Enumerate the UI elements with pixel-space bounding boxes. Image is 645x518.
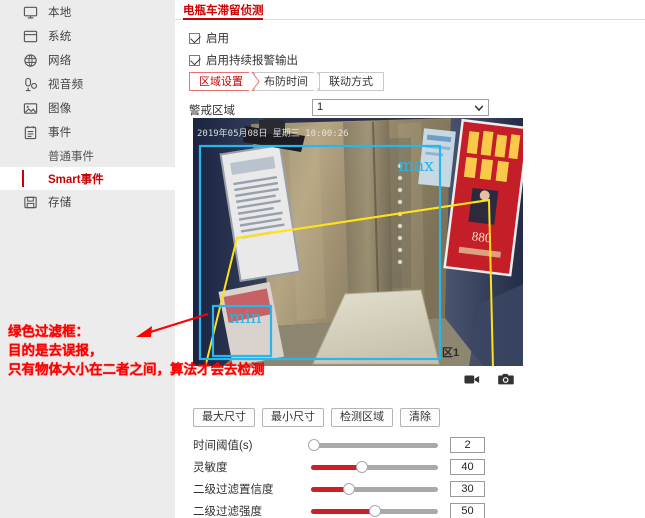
sidebar-item-local[interactable]: 本地 xyxy=(0,0,175,24)
sidebar-item-label: 本地 xyxy=(48,7,72,19)
slider-fill xyxy=(311,464,362,470)
slider-row-sensitivity: 灵敏度 40 xyxy=(193,456,633,478)
slider-label: 时间阈值(s) xyxy=(193,440,253,452)
main-panel: 电瓶车滞留侦测 启用 启用持续报警输出 区域设置 布防时间 联动方式 警戒区域 … xyxy=(175,0,645,518)
size-buttons-row: 最大尺寸 最小尺寸 检测区域 清除 xyxy=(193,408,440,427)
monitor-icon xyxy=(22,4,39,21)
annotation-line-2: 目的是去误报， xyxy=(8,343,103,358)
sidebar-item-storage[interactable]: 存储 xyxy=(0,190,175,214)
region-label: 区1 xyxy=(442,347,460,359)
filter-strength-slider[interactable] xyxy=(311,505,438,517)
filter-confidence-value[interactable]: 30 xyxy=(450,481,485,497)
sidebar-item-smart-event[interactable]: Smart事件 xyxy=(0,167,175,190)
sidebar: 本地 系统 网络 视音频 图像 事件 普通事件 Smart事件 存储 xyxy=(0,0,175,518)
snapshot-camera-icon[interactable] xyxy=(489,368,523,390)
sidebar-sub-label: Smart事件 xyxy=(48,173,104,186)
page-title-underline xyxy=(183,18,263,20)
slider-knob[interactable] xyxy=(368,505,381,517)
audio-video-icon xyxy=(22,76,39,93)
time-threshold-slider[interactable] xyxy=(307,439,438,451)
tab-arming-schedule[interactable]: 布防时间 xyxy=(254,72,319,91)
annotation-arrow-icon xyxy=(136,312,209,337)
min-size-button[interactable]: 最小尺寸 xyxy=(262,408,324,427)
slider-knob[interactable] xyxy=(343,483,356,495)
chevron-down-icon xyxy=(474,103,484,112)
sidebar-item-label: 存储 xyxy=(48,197,72,209)
camera-config-page: 本地 系统 网络 视音频 图像 事件 普通事件 Smart事件 存储 电瓶车滞留… xyxy=(0,0,645,518)
sidebar-item-network[interactable]: 网络 xyxy=(0,48,175,72)
filter-strength-value[interactable]: 50 xyxy=(450,503,485,518)
area-select-value: 1 xyxy=(317,101,324,113)
slider-label: 灵敏度 xyxy=(193,462,228,474)
slider-row-filter-strength: 二级过滤强度 50 xyxy=(193,500,633,518)
sidebar-item-label: 事件 xyxy=(48,127,72,139)
slider-row-filter-confidence: 二级过滤置信度 30 xyxy=(193,478,633,500)
slider-row-time-threshold: 时间阈值(s) 2 xyxy=(193,434,633,456)
clear-button[interactable]: 清除 xyxy=(400,408,440,427)
event-icon xyxy=(22,124,39,141)
window-icon xyxy=(22,28,39,45)
sidebar-item-label: 图像 xyxy=(48,103,72,115)
globe-icon xyxy=(22,52,39,69)
sidebar-sub-label: 普通事件 xyxy=(48,150,94,163)
sidebar-item-label: 系统 xyxy=(48,31,72,43)
tab-chevron-icon xyxy=(249,72,260,91)
slider-knob[interactable] xyxy=(307,439,320,451)
detection-area-button[interactable]: 检测区域 xyxy=(331,408,393,427)
sidebar-item-image[interactable]: 图像 xyxy=(0,96,175,120)
annotation-line-3: 只有物体大小在二者之间，算法才会去检测 xyxy=(8,362,265,377)
sidebar-item-event[interactable]: 事件 xyxy=(0,120,175,144)
tab-label: 联动方式 xyxy=(329,76,373,88)
record-video-icon[interactable] xyxy=(455,368,489,390)
sidebar-item-audio-video[interactable]: 视音频 xyxy=(0,72,175,96)
continuous-alarm-checkbox[interactable] xyxy=(189,54,200,66)
tab-area-settings[interactable]: 区域设置 xyxy=(189,72,254,91)
time-threshold-value[interactable]: 2 xyxy=(450,437,485,453)
sidebar-item-label: 视音频 xyxy=(48,79,84,91)
area-select[interactable]: 1 xyxy=(312,99,489,116)
storage-icon xyxy=(22,194,39,211)
tab-label: 布防时间 xyxy=(264,76,308,88)
tab-label: 区域设置 xyxy=(199,76,243,88)
area-select-label: 警戒区域 xyxy=(189,105,235,117)
sidebar-item-normal-event[interactable]: 普通事件 xyxy=(0,144,175,167)
slider-label: 二级过滤强度 xyxy=(193,506,262,518)
slider-label: 二级过滤置信度 xyxy=(193,484,274,496)
slider-knob[interactable] xyxy=(355,461,368,473)
settings-tabs: 区域设置 布防时间 联动方式 xyxy=(189,72,384,91)
filter-confidence-slider[interactable] xyxy=(311,483,438,495)
tab-linkage-method[interactable]: 联动方式 xyxy=(319,72,384,91)
sidebar-subgroup: 普通事件 xyxy=(0,144,175,167)
max-size-button[interactable]: 最大尺寸 xyxy=(193,408,255,427)
continuous-alarm-checkbox-row[interactable]: 启用持续报警输出 xyxy=(189,52,298,68)
sensitivity-value[interactable]: 40 xyxy=(450,459,485,475)
enable-checkbox-label: 启用 xyxy=(206,33,229,45)
sidebar-subgroup-active: Smart事件 xyxy=(0,167,175,190)
slider-fill xyxy=(311,508,375,514)
sidebar-item-system[interactable]: 系统 xyxy=(0,24,175,48)
enable-checkbox[interactable] xyxy=(189,32,200,44)
sidebar-item-label: 网络 xyxy=(48,55,72,67)
sensitivity-slider[interactable] xyxy=(311,461,438,473)
image-icon xyxy=(22,100,39,117)
continuous-alarm-checkbox-label: 启用持续报警输出 xyxy=(206,55,298,67)
enable-checkbox-row[interactable]: 启用 xyxy=(189,30,229,46)
